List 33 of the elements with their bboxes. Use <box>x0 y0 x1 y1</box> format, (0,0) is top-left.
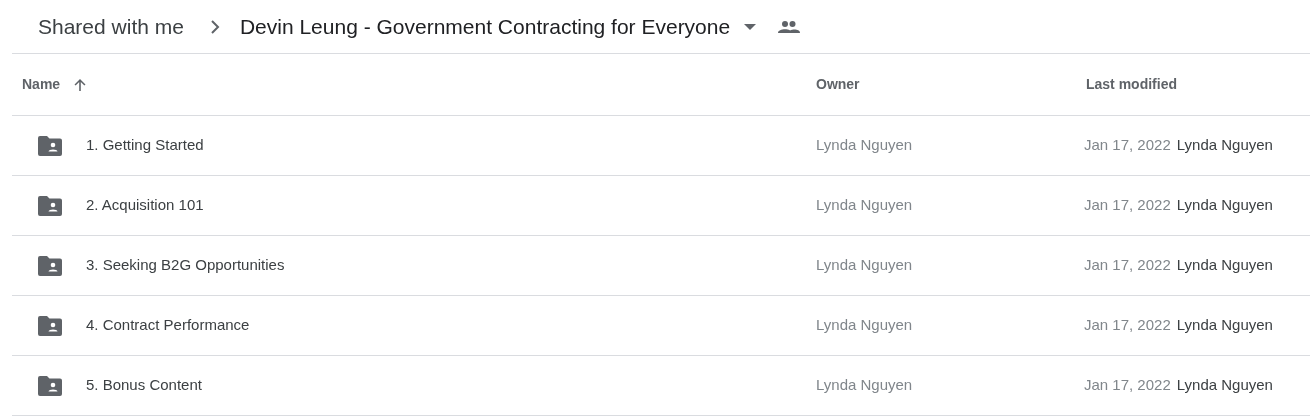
modifier-name: Lynda Nguyen <box>1176 255 1273 276</box>
file-row[interactable]: 5. Bonus Content Lynda Nguyen Jan 17, 2022 Lynda Nguyen <box>12 356 1310 416</box>
file-row[interactable]: 3. Seeking B2G Opportunities Lynda Nguyen Jan 17, 2022 Lynda Nguyen <box>12 236 1310 296</box>
owner-name: Lynda Nguyen <box>815 195 914 216</box>
file-row[interactable]: 4. Contract Performance Lynda Nguyen Jan 17, 2022 Lynda Nguyen <box>12 296 1310 356</box>
owner-name: Lynda Nguyen <box>815 375 914 396</box>
dropdown-caret-icon <box>744 23 757 30</box>
modifier-name: Lynda Nguyen <box>1176 315 1273 336</box>
file-row[interactable]: 2. Acquisition 101 Lynda Nguyen Jan 17, 2022 Lynda Nguyen <box>12 176 1310 236</box>
file-row[interactable]: 1. Getting Started Lynda Nguyen Jan 17, 2022 Lynda Nguyen <box>12 116 1310 176</box>
file-name: 1. Getting Started <box>86 135 204 156</box>
file-name: 2. Acquisition 101 <box>86 195 204 216</box>
owner-name: Lynda Nguyen <box>815 315 914 336</box>
folder-title-dropdown[interactable]: Devin Leung - Government Contracting for Everyone <box>233 6 763 47</box>
sort-up-arrow-icon[interactable] <box>72 76 89 93</box>
owner-name: Lynda Nguyen <box>815 255 914 276</box>
file-name: 3. Seeking B2G Opportunities <box>86 255 285 276</box>
file-name: 5. Bonus Content <box>86 375 202 396</box>
breadcrumb-link[interactable]: Shared with me <box>26 6 196 47</box>
owner-name: Lynda Nguyen <box>815 135 914 156</box>
file-name: 4. Contract Performance <box>86 315 250 336</box>
modified-date: Jan 17, 2022 <box>1084 195 1171 216</box>
modifier-name: Lynda Nguyen <box>1176 375 1273 396</box>
modified-date: Jan 17, 2022 <box>1084 375 1171 396</box>
modifier-name: Lynda Nguyen <box>1176 135 1273 156</box>
modified-date: Jan 17, 2022 <box>1084 255 1171 276</box>
modified-date: Jan 17, 2022 <box>1084 315 1171 336</box>
modifier-name: Lynda Nguyen <box>1176 195 1273 216</box>
chevron-right-icon <box>209 19 220 34</box>
modified-date: Jan 17, 2022 <box>1084 135 1171 156</box>
column-header[interactable]: Name <box>22 74 61 95</box>
column-header[interactable]: Owner <box>816 74 860 95</box>
column-header[interactable]: Last modified <box>1086 74 1177 95</box>
